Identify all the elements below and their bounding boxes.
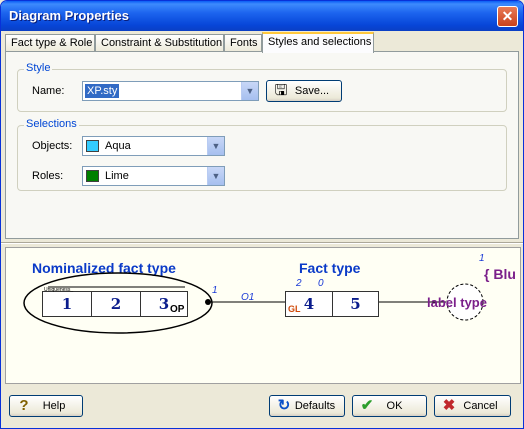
roles-color-swatch <box>86 170 99 182</box>
value-constraint-text: { Blu <box>484 266 516 282</box>
tab-styles-selections[interactable]: Styles and selections <box>262 32 374 53</box>
title-bar[interactable]: Diagram Properties ✕ <box>1 1 523 31</box>
divider <box>1 242 523 244</box>
tab-fonts[interactable]: Fonts <box>224 34 262 52</box>
uniqueness-tiny-label: Uniqueness_ <box>44 287 74 293</box>
roles-label: Roles: <box>32 170 64 182</box>
preview-canvas: Nominalized fact type 1 2 3 Uniqueness_ … <box>5 247 521 384</box>
objects-color-swatch <box>86 140 99 152</box>
save-button[interactable]: 🖫 Save... <box>266 80 342 102</box>
help-question-icon: ? <box>19 397 29 414</box>
role-box-2[interactable]: 2 <box>91 291 141 317</box>
tab-panel: Style Name: XP.sty ▼ 🖫 Save... Selection… <box>5 51 519 239</box>
mandatory-dot <box>205 299 211 305</box>
floppy-disk-icon: 🖫 <box>274 82 288 99</box>
label-type-label: label type <box>427 295 487 310</box>
close-button[interactable]: ✕ <box>497 6 518 27</box>
tab-fact-type-role[interactable]: Fact type & Role <box>5 34 95 52</box>
mark-2: 2 <box>296 278 302 289</box>
style-group-label: Style <box>24 62 53 74</box>
style-group: Style Name: XP.sty ▼ 🖫 Save... <box>17 62 507 112</box>
gl-label: GL <box>288 304 301 314</box>
reset-icon: ↻ <box>277 397 291 414</box>
cancel-x-icon: ✖ <box>442 397 456 414</box>
chevron-down-icon[interactable]: ▼ <box>207 167 224 185</box>
mark-0: 0 <box>318 278 324 289</box>
diagram-properties-window: Diagram Properties ✕ Fact type & Role Co… <box>0 0 524 429</box>
window-title: Diagram Properties <box>9 8 129 23</box>
mark-1b: 1 <box>479 253 485 264</box>
close-icon: ✕ <box>501 8 514 24</box>
roles-color-combo[interactable]: Lime ▼ <box>82 166 225 186</box>
objects-color-combo[interactable]: Aqua ▼ <box>82 136 225 156</box>
selections-group-label: Selections <box>24 118 79 130</box>
chevron-down-icon[interactable]: ▼ <box>241 82 258 100</box>
role-box-1[interactable]: 1 <box>42 291 92 317</box>
op-label: OP <box>170 304 185 315</box>
checkmark-icon: ✔ <box>360 397 374 414</box>
selections-group: Selections Objects: Aqua ▼ Roles: Lime ▼ <box>17 118 507 191</box>
o1-label: O1 <box>241 292 255 303</box>
style-name-combo[interactable]: XP.sty ▼ <box>82 81 259 101</box>
cancel-button[interactable]: ✖ Cancel <box>434 395 511 417</box>
name-label: Name: <box>32 85 65 97</box>
defaults-button[interactable]: ↻ Defaults <box>269 395 345 417</box>
mark-1a: 1 <box>212 285 218 296</box>
style-name-value: XP.sty <box>85 84 120 98</box>
objects-label: Objects: <box>32 140 73 152</box>
role-box-5[interactable]: 5 <box>332 291 379 317</box>
tab-constraint-substitution[interactable]: Constraint & Substitution <box>95 34 224 52</box>
objects-color-value: Aqua <box>105 140 131 152</box>
chevron-down-icon[interactable]: ▼ <box>207 137 224 155</box>
ok-button[interactable]: ✔ OK <box>352 395 427 417</box>
roles-color-value: Lime <box>105 170 129 182</box>
help-button[interactable]: ? Help <box>9 395 83 417</box>
fact-type-label: Fact type <box>299 260 361 276</box>
